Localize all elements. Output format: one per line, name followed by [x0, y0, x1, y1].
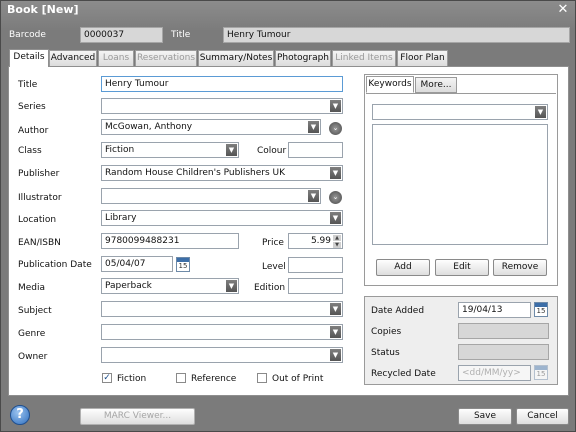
colour-label: Colour — [257, 146, 287, 156]
tab-photograph[interactable]: Photograph — [275, 50, 331, 66]
pub-date-label: Publication Date — [18, 260, 92, 270]
remove-keyword-button[interactable]: Remove — [493, 259, 547, 276]
chevron-down-icon[interactable]: ▼ — [308, 121, 319, 133]
series-select[interactable]: ▼ — [101, 98, 343, 114]
title-bar[interactable]: Book [New] ✕ — [1, 1, 575, 19]
recycled-date-input[interactable]: <dd/MM/yy> — [458, 365, 531, 381]
title-label: Title — [18, 80, 38, 90]
publisher-value: Random House Children's Publishers UK — [105, 168, 286, 178]
tab-advanced[interactable]: Advanced — [49, 50, 97, 66]
book-dialog: Book [New] ✕ Barcode 0000037 Title Henry… — [0, 0, 576, 432]
date-added-calendar-icon[interactable]: 15 — [534, 302, 548, 317]
chevron-down-icon[interactable]: ▼ — [330, 349, 341, 361]
chevron-down-icon[interactable]: ▼ — [226, 144, 237, 156]
colour-input[interactable] — [288, 142, 343, 158]
recycled-date-calendar-icon[interactable]: 15 — [534, 365, 548, 380]
media-value: Paperback — [105, 281, 152, 291]
copies-label: Copies — [371, 327, 402, 337]
barcode-label: Barcode — [9, 30, 46, 40]
reference-checkbox[interactable] — [176, 373, 186, 383]
publisher-select[interactable]: Random House Children's Publishers UK ▼ — [101, 165, 343, 181]
illustrator-expand-icon[interactable]: ⌄ — [329, 191, 342, 204]
edition-label: Edition — [254, 283, 286, 293]
out-of-print-label: Out of Print — [272, 374, 324, 384]
genre-label: Genre — [18, 329, 46, 339]
edition-input[interactable] — [288, 278, 343, 294]
tab-reservations[interactable]: Reservations — [135, 50, 197, 66]
status-label: Status — [371, 348, 400, 358]
location-select[interactable]: Library ▼ — [101, 210, 343, 226]
chevron-down-icon[interactable]: ▼ — [330, 303, 341, 315]
spin-up-icon[interactable]: ▲ — [333, 235, 341, 241]
header-title-label: Title — [171, 30, 191, 40]
reference-label: Reference — [191, 374, 237, 384]
level-label: Level — [262, 262, 286, 272]
author-expand-icon[interactable]: ⌄ — [329, 122, 342, 135]
price-stepper[interactable]: 5.99 ▲ ▼ — [288, 233, 343, 249]
chevron-down-icon[interactable]: ▼ — [308, 190, 319, 202]
chevron-down-icon[interactable]: ▼ — [330, 167, 341, 179]
class-label: Class — [18, 146, 42, 156]
location-value: Library — [105, 213, 137, 223]
tab-summary-notes[interactable]: Summary/Notes — [198, 50, 274, 66]
subject-label: Subject — [18, 306, 52, 316]
help-icon[interactable]: ? — [10, 405, 30, 425]
cancel-button[interactable]: Cancel — [516, 408, 569, 425]
copies-field — [458, 323, 549, 339]
add-keyword-button[interactable]: Add — [376, 259, 430, 276]
close-icon[interactable]: ✕ — [556, 3, 570, 17]
class-value: Fiction — [105, 145, 135, 155]
publisher-label: Publisher — [18, 169, 60, 179]
date-added-input[interactable]: 19/04/13 — [458, 302, 531, 318]
window-title: Book [New] — [7, 3, 79, 16]
ean-input[interactable]: 9780099488231 — [101, 233, 239, 249]
out-of-print-checkbox[interactable] — [257, 373, 267, 383]
author-select[interactable]: McGowan, Anthony ▼ — [101, 119, 321, 135]
barcode-field: 0000037 — [80, 27, 163, 43]
author-label: Author — [18, 126, 49, 136]
chevron-down-icon[interactable]: ▼ — [330, 212, 341, 224]
fiction-label: Fiction — [117, 374, 147, 384]
tab-details[interactable]: Details — [9, 49, 49, 67]
status-field — [458, 344, 549, 360]
pub-date-input[interactable]: 05/04/07 — [101, 256, 173, 272]
date-added-label: Date Added — [371, 306, 425, 316]
edit-keyword-button[interactable]: Edit — [435, 259, 489, 276]
fiction-checkbox[interactable]: ✓ — [102, 373, 112, 383]
keywords-list[interactable] — [372, 124, 548, 245]
illustrator-label: Illustrator — [18, 193, 62, 203]
marc-viewer-button[interactable]: MARC Viewer... — [80, 408, 195, 425]
tab-floor-plan[interactable]: Floor Plan — [397, 50, 448, 66]
price-value: 5.99 — [310, 236, 331, 246]
media-select[interactable]: Paperback ▼ — [101, 278, 239, 294]
title-input[interactable]: Henry Tumour — [101, 76, 343, 92]
class-select[interactable]: Fiction ▼ — [101, 142, 239, 158]
tab-keywords[interactable]: Keywords — [366, 76, 414, 93]
tab-loans[interactable]: Loans — [98, 50, 134, 66]
media-label: Media — [18, 283, 46, 293]
chevron-down-icon[interactable]: ▼ — [535, 106, 546, 118]
ean-label: EAN/ISBN — [18, 238, 61, 248]
subject-select[interactable]: ▼ — [101, 301, 343, 317]
spin-down-icon[interactable]: ▼ — [333, 242, 341, 248]
keyword-select[interactable]: ▼ — [372, 104, 548, 120]
location-label: Location — [18, 215, 57, 225]
owner-select[interactable]: ▼ — [101, 347, 343, 363]
level-input[interactable] — [288, 257, 343, 273]
author-value: McGowan, Anthony — [105, 122, 193, 132]
owner-label: Owner — [18, 352, 48, 362]
chevron-down-icon[interactable]: ▼ — [330, 326, 341, 338]
pub-date-calendar-icon[interactable]: 15 — [176, 257, 190, 272]
chevron-down-icon[interactable]: ▼ — [226, 280, 237, 292]
price-label: Price — [262, 238, 284, 248]
illustrator-select[interactable]: ▼ — [101, 188, 321, 204]
series-label: Series — [18, 102, 46, 112]
recycled-date-label: Recycled Date — [371, 369, 436, 379]
save-button[interactable]: Save — [458, 408, 512, 425]
chevron-down-icon[interactable]: ▼ — [330, 100, 341, 112]
header-title-field: Henry Tumour — [223, 27, 570, 43]
tab-more[interactable]: More... — [415, 77, 457, 93]
tab-linked-items[interactable]: Linked Items — [332, 50, 396, 66]
genre-select[interactable]: ▼ — [101, 324, 343, 340]
